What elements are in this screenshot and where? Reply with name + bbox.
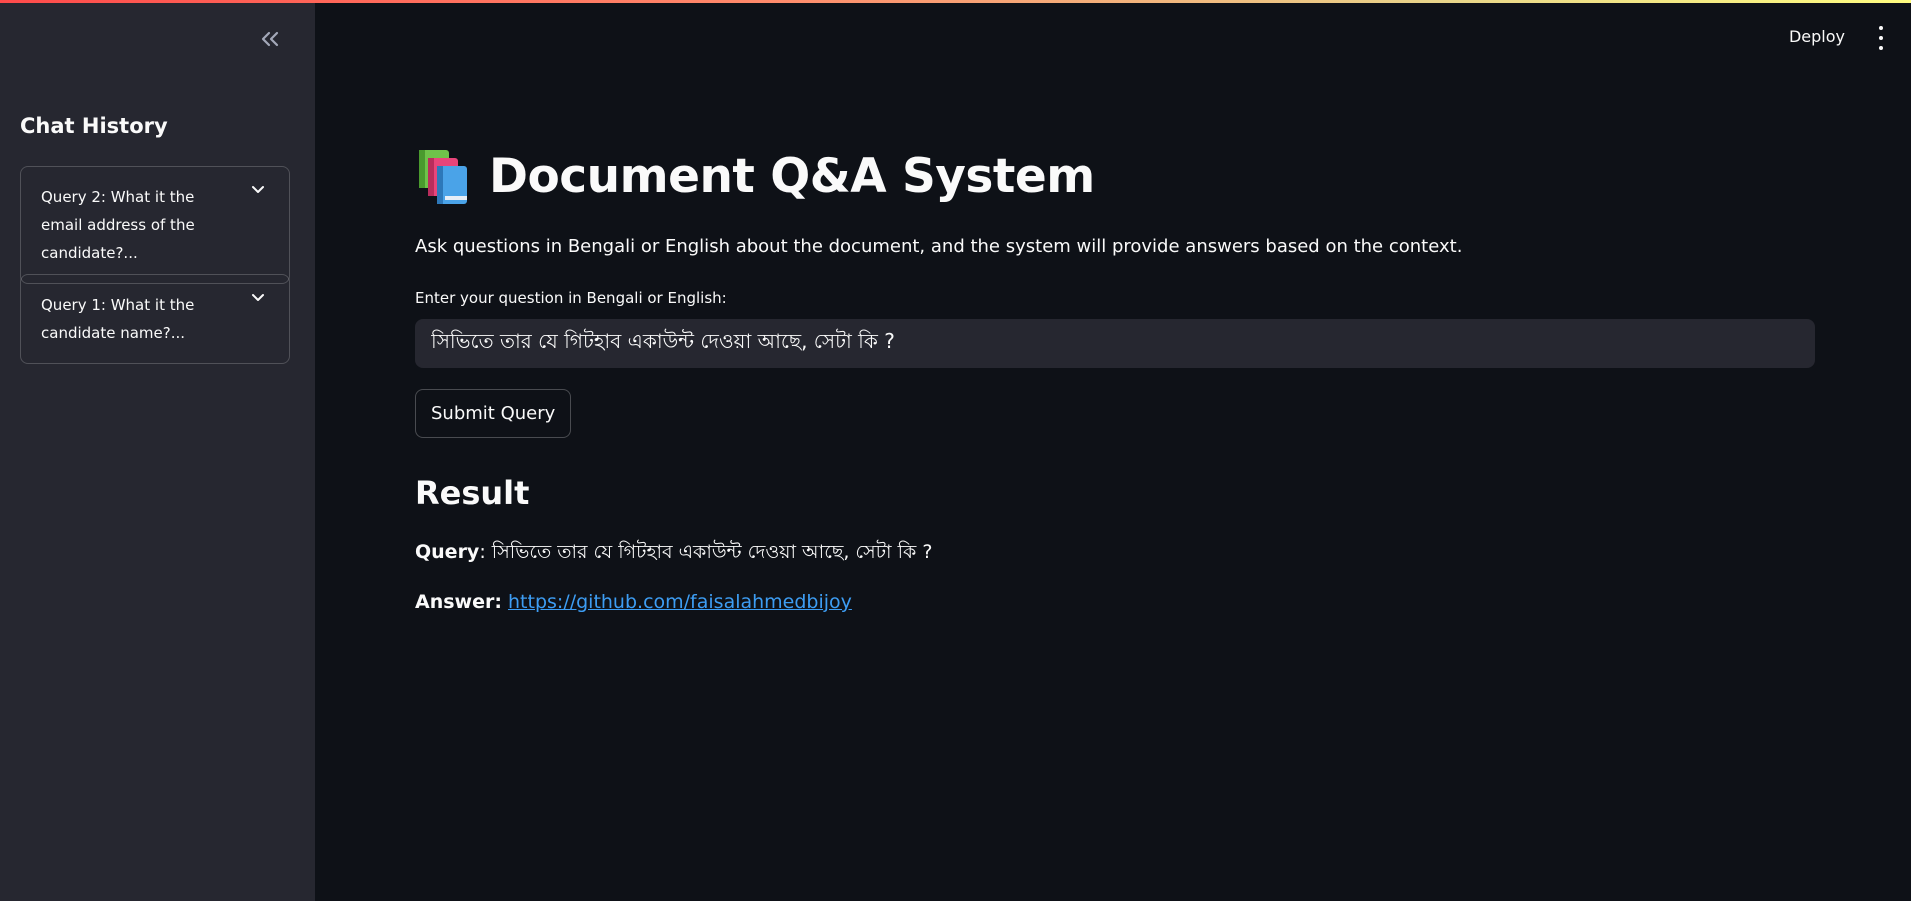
main-content: Deploy Document Q&A System Ask questions…: [315, 0, 1911, 901]
answer-label: Answer:: [415, 591, 502, 613]
kebab-menu-icon[interactable]: [1871, 26, 1891, 50]
chat-history-item[interactable]: Query 1: What it the candidate name?...: [20, 274, 290, 364]
result-heading: Result: [415, 474, 530, 512]
title-row: Document Q&A System: [415, 146, 1095, 206]
chevron-down-icon: [252, 294, 264, 301]
result-query: Query: সিভিতে তার যে গিটহাব একাউন্ট দেওয…: [415, 538, 932, 570]
page-description: Ask questions in Bengali or English abou…: [415, 236, 1463, 257]
query-text: সিভিতে তার যে গিটহাব একাউন্ট দেওয়া আছে,…: [491, 541, 933, 563]
chat-history-item-label: Query 2: What it the email address of th…: [41, 188, 195, 262]
question-input[interactable]: [415, 319, 1815, 368]
sidebar-title: Chat History: [20, 114, 168, 138]
top-accent-bar: [0, 0, 1911, 3]
collapse-sidebar-button[interactable]: [255, 24, 285, 54]
books-icon: [419, 150, 467, 204]
question-input-label: Enter your question in Bengali or Englis…: [415, 289, 727, 307]
double-chevron-left-icon: [261, 31, 279, 47]
query-colon: :: [479, 541, 492, 563]
chat-history-item-label: Query 1: What it the candidate name?...: [41, 296, 195, 342]
result-answer: Answer: https://github.com/faisalahmedbi…: [415, 591, 852, 613]
chat-history-item[interactable]: Query 2: What it the email address of th…: [20, 166, 290, 284]
sidebar: Chat History Query 2: What it the email …: [0, 0, 315, 901]
page-title: Document Q&A System: [489, 148, 1095, 204]
answer-link[interactable]: https://github.com/faisalahmedbijoy: [508, 591, 852, 613]
chevron-down-icon: [252, 186, 264, 193]
query-label: Query: [415, 541, 480, 563]
deploy-button[interactable]: Deploy: [1789, 27, 1845, 46]
submit-query-button[interactable]: Submit Query: [415, 389, 572, 438]
